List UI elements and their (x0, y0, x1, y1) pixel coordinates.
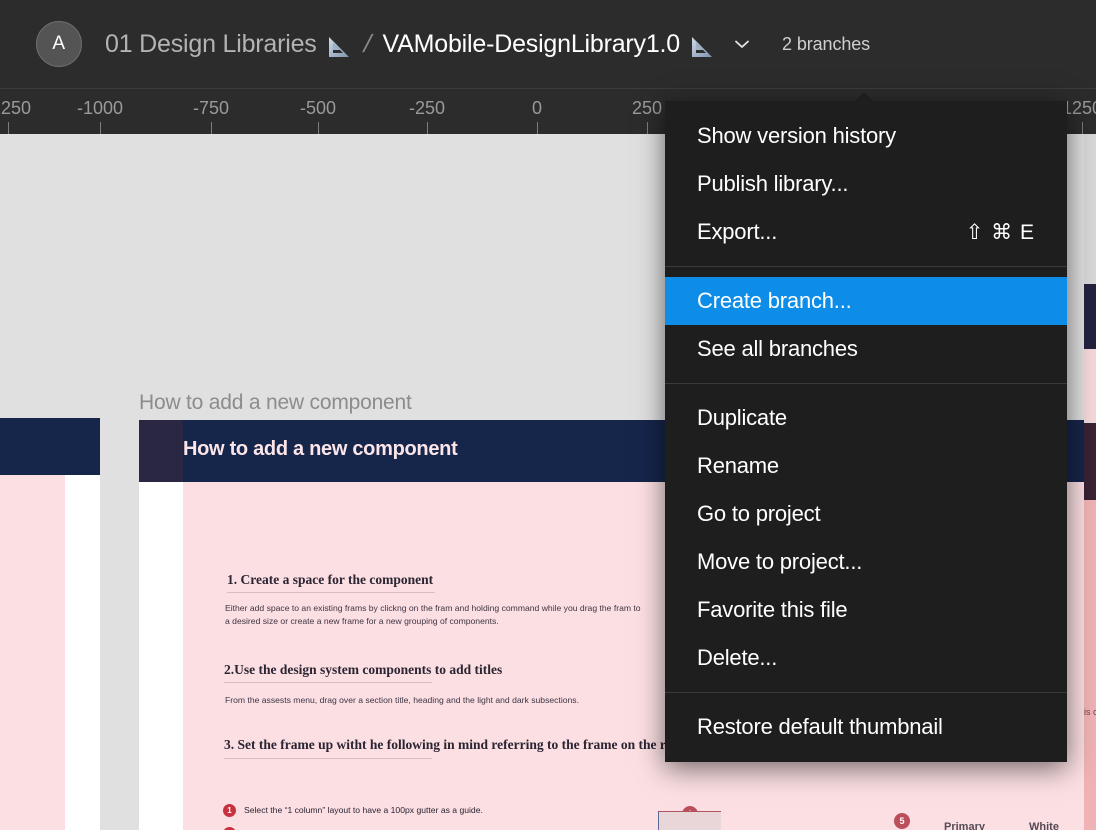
left-partial-frame[interactable]: tons, icons, ion, er interface A templat… (0, 418, 100, 830)
breadcrumb-separator: / (360, 29, 375, 58)
menu-item-label: Go to project (697, 501, 821, 526)
menu-item-label: Duplicate (697, 405, 787, 430)
ruler-label: 250 (631, 98, 663, 118)
chevron-down-icon[interactable] (731, 33, 753, 55)
bottom-marker-5: 5 (894, 813, 910, 829)
menu-item-favorite-this-file[interactable]: Favorite this file (665, 586, 1067, 634)
menu-item-shortcut: ⇧ ⌘ E (965, 220, 1035, 244)
main-frame-header-accent (139, 420, 183, 482)
menu-separator (665, 692, 1067, 693)
figma-file-browser-window: is comp tons, icons, ion, er interface A… (0, 0, 1096, 830)
partial-text-overflow: is comp (1084, 707, 1096, 717)
menu-item-delete[interactable]: Delete... (665, 634, 1067, 682)
menu-separator (665, 383, 1067, 384)
menu-item-label: Export... (697, 219, 778, 244)
menu-item-move-to-project[interactable]: Move to project... (665, 538, 1067, 586)
menu-item-label: Rename (697, 453, 779, 478)
ruler-tick (318, 122, 319, 134)
ruler-label: -750 (192, 98, 230, 118)
ruler-tick (211, 122, 212, 134)
ruler-tick (647, 122, 648, 134)
section-1-body-line-2: a desired size or create a new frame for… (225, 616, 499, 626)
menu-item-label: Create branch... (697, 288, 852, 313)
frame-name-label[interactable]: How to add a new component (139, 391, 412, 415)
step-1-text: Select the “1 column” layout to have a 1… (244, 805, 483, 815)
swatch-label-primary: Primary (944, 821, 985, 830)
ruler-tick (1082, 122, 1083, 134)
ruler-label: 0 (531, 98, 543, 118)
menu-item-rename[interactable]: Rename (665, 442, 1067, 490)
menu-item-create-branch[interactable]: Create branch... (665, 277, 1067, 325)
menu-item-label: Show version history (697, 123, 896, 148)
breadcrumb: 01 Design Libraries / VAMobile-DesignLib… (105, 30, 870, 59)
menu-item-label: See all branches (697, 336, 858, 361)
section-1-body-line-1: Either add space to an existing frams by… (225, 603, 641, 613)
menu-item-label: Publish library... (697, 171, 849, 196)
section-1-rule (227, 592, 435, 593)
branches-count-label[interactable]: 2 branches (782, 34, 870, 55)
file-context-menu[interactable]: Show version history Publish library... Ex… (665, 92, 1067, 762)
menu-item-label: Favorite this file (697, 597, 848, 622)
swatch-plum (1084, 423, 1096, 500)
section-3-rule (224, 758, 432, 759)
menu-item-restore-default-thumbnail[interactable]: Restore default thumbnail (665, 703, 1067, 751)
menu-item-publish-library[interactable]: Publish library... (665, 160, 1067, 208)
menu-item-see-all-branches[interactable]: See all branches (665, 325, 1067, 373)
ruler-tick (100, 122, 101, 134)
menu-item-label: Restore default thumbnail (697, 714, 943, 739)
menu-item-label: Move to project... (697, 549, 863, 574)
left-frame-body: tons, icons, ion, er interface A templat… (0, 475, 65, 830)
avatar[interactable]: A (36, 21, 82, 67)
section-1-heading: 1. Create a space for the component (227, 572, 434, 587)
swatch-grey (1084, 133, 1096, 284)
menu-item-go-to-project[interactable]: Go to project (665, 490, 1067, 538)
swatch-label-white: White (1029, 821, 1059, 830)
swatch-navy (1084, 284, 1096, 349)
section-2-rule (224, 682, 432, 683)
breadcrumb-file-name[interactable]: VAMobile-DesignLibrary1.0 (383, 30, 681, 59)
ruler-label: 1250 (1061, 98, 1096, 118)
ruler-label: -500 (299, 98, 337, 118)
swatch-pink (1084, 500, 1096, 830)
section-2-body-line-1: From the assests menu, drag over a secti… (225, 695, 579, 705)
step-marker-1: 1 (223, 804, 236, 817)
section-2-heading: 2.Use the design system components to ad… (224, 662, 503, 677)
ruler-label: -250 (408, 98, 446, 118)
menu-item-duplicate[interactable]: Duplicate (665, 394, 1067, 442)
ruler-tick (537, 122, 538, 134)
menu-item-label: Delete... (697, 645, 778, 670)
menu-item-show-version-history[interactable]: Show version history (665, 112, 1067, 160)
swatch-pink-light (1084, 349, 1096, 422)
design-library-triangle-icon-file (689, 34, 715, 60)
context-menu-arrow (854, 92, 874, 102)
top-toolbar: A 01 Design Libraries / VAMobile-DesignL… (0, 0, 1096, 88)
main-frame-header-title: How to add a new component (183, 438, 458, 460)
menu-item-export[interactable]: Export... ⇧ ⌘ E (665, 208, 1067, 256)
menu-separator (665, 266, 1067, 267)
left-frame-header-navy (0, 418, 100, 475)
ruler-label: -1250 (0, 98, 32, 118)
ruler-label: -1000 (76, 98, 124, 118)
section-3-heading: 3. Set the frame up witht he following i… (224, 737, 692, 752)
breadcrumb-project-name[interactable]: 01 Design Libraries (105, 30, 317, 59)
ruler-tick (8, 122, 9, 134)
design-library-triangle-icon (326, 34, 352, 60)
bottom-partial-frame-box (658, 811, 721, 830)
ruler-tick (427, 122, 428, 134)
